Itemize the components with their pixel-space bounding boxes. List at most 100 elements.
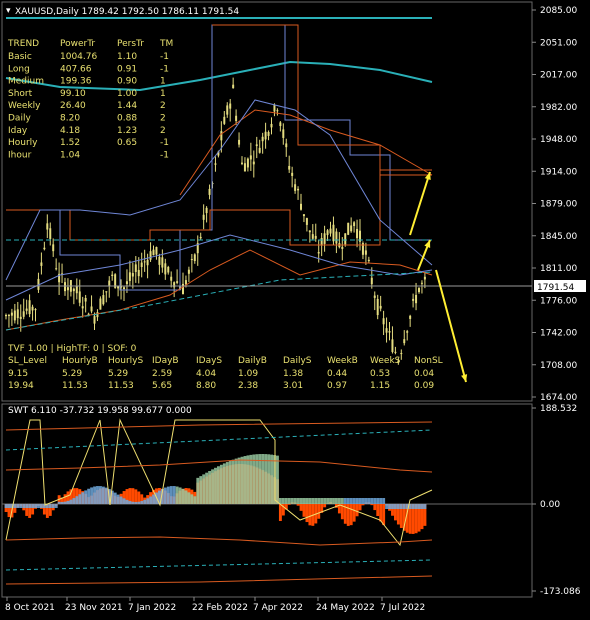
hist-bar-blue — [308, 498, 312, 504]
candle-body — [249, 155, 252, 160]
hist-bar-blue — [367, 498, 371, 504]
candle-body — [373, 295, 376, 298]
time-tick: 8 Oct 2021 — [5, 603, 55, 613]
candle-body — [341, 246, 344, 249]
hist-bar-blue — [411, 504, 415, 509]
hist-bar-blue — [420, 504, 424, 509]
candle-body — [326, 230, 329, 236]
hist-bar-blue — [214, 467, 217, 504]
trend-cell: 407.66 — [60, 64, 92, 74]
hist-bar-blue — [290, 498, 294, 504]
candle-body — [167, 266, 170, 273]
candle-body — [208, 188, 211, 195]
trend-col-header: TREND — [7, 39, 39, 49]
hist-bar-blue — [104, 487, 108, 504]
sl-col-header: WeekB — [327, 356, 358, 366]
hist-bar-blue — [90, 487, 94, 504]
price-tick: 2017.00 — [540, 71, 577, 81]
trend-cell: 0.88 — [117, 114, 137, 124]
trend-cell: -1 — [160, 150, 169, 160]
hist-bar-blue — [276, 455, 279, 504]
sl-cell: 1.38 — [283, 369, 303, 379]
hist-bar-blue — [57, 501, 61, 504]
candle-body — [128, 272, 131, 281]
hist-bar-blue — [343, 498, 347, 504]
candle-body — [302, 214, 305, 217]
sl-col-header: HourlyS — [108, 356, 144, 366]
trend-cell: 1.04 — [60, 150, 80, 160]
time-tick: 7 Jan 2022 — [128, 603, 176, 613]
hist-bar-blue — [270, 454, 273, 504]
sl-cell: 0.53 — [370, 369, 390, 379]
symbol-arrow-icon[interactable]: ▾ — [6, 6, 11, 16]
hist-bar-blue — [211, 469, 214, 504]
indicator-tick: 0.00 — [540, 500, 560, 510]
hist-bar-orange — [352, 504, 356, 522]
trading-chart[interactable]: ▾ XAUUSD,Daily 1789.42 1792.50 1786.11 1… — [0, 0, 590, 620]
candle-body — [176, 281, 179, 283]
hist-bar-blue — [293, 498, 297, 504]
hist-bar-blue — [414, 504, 418, 509]
candle-body — [158, 256, 161, 265]
trend-cell: 1.00 — [117, 89, 137, 99]
candle-body — [229, 103, 232, 109]
price-tick: 1879.00 — [540, 200, 577, 210]
candle-body — [305, 218, 308, 225]
trend-cell: 8.20 — [60, 114, 80, 124]
lower-band-orange — [5, 536, 433, 546]
hist-bar-blue — [217, 466, 220, 504]
candle-body — [308, 230, 311, 233]
candle-body — [335, 231, 338, 244]
sl-cell: 0.04 — [414, 369, 434, 379]
candle-body — [140, 262, 143, 268]
hist-bar-blue — [258, 454, 262, 504]
hist-bar-blue — [231, 459, 235, 504]
candle-body — [376, 298, 379, 316]
hist-bar-blue — [122, 498, 126, 504]
candle-body — [241, 162, 243, 164]
candle-body — [13, 310, 16, 321]
hist-bar-blue — [349, 498, 353, 504]
candle-body — [19, 316, 22, 319]
hist-bar-blue — [355, 498, 359, 504]
candle-body — [415, 294, 418, 304]
trend-cell: 1.23 — [117, 126, 137, 136]
price-tick: 1708.00 — [540, 361, 577, 371]
candle-body — [93, 316, 96, 324]
hist-bar-blue — [81, 492, 85, 504]
hist-bar-blue — [396, 504, 400, 509]
candle-body — [261, 136, 264, 142]
candle-body — [270, 123, 273, 128]
trend-cell: 0.65 — [117, 138, 137, 148]
trend-cell: Iday — [8, 126, 28, 136]
hist-bar-blue — [199, 476, 203, 504]
candle-body — [297, 188, 300, 191]
hist-bar-blue — [113, 492, 117, 504]
candle-body — [388, 331, 391, 333]
candle-body — [155, 247, 158, 255]
hist-bar-blue — [187, 492, 191, 504]
hist-bar-blue — [125, 499, 129, 504]
price-axis: 2085.00 2051.00 2017.00 1982.00 1948.00 1914.… — [532, 6, 577, 403]
hist-bar-blue — [196, 477, 200, 504]
time-tick: 23 Nov 2021 — [65, 603, 123, 613]
candle-body — [370, 277, 373, 285]
hist-bar-blue — [181, 488, 185, 504]
candle-body — [317, 252, 320, 254]
hist-bar-orange — [302, 504, 306, 517]
sl-cell: 11.53 — [62, 381, 88, 391]
trend-cell: 99.10 — [60, 89, 86, 99]
trend-cell: Long — [8, 64, 30, 74]
hist-bar-blue — [190, 494, 194, 504]
trend-cell: 199.36 — [60, 77, 92, 87]
candle-body — [220, 131, 223, 141]
trend-cell: 1.44 — [117, 101, 137, 111]
hist-bar-blue — [249, 454, 253, 504]
hist-bar-blue — [72, 498, 76, 504]
candle-body — [205, 207, 208, 214]
hist-bar-blue — [287, 498, 291, 504]
hist-bar-blue — [219, 464, 223, 504]
hist-bar-blue — [346, 498, 350, 504]
candle-body — [311, 234, 314, 239]
candle-body — [246, 158, 249, 168]
